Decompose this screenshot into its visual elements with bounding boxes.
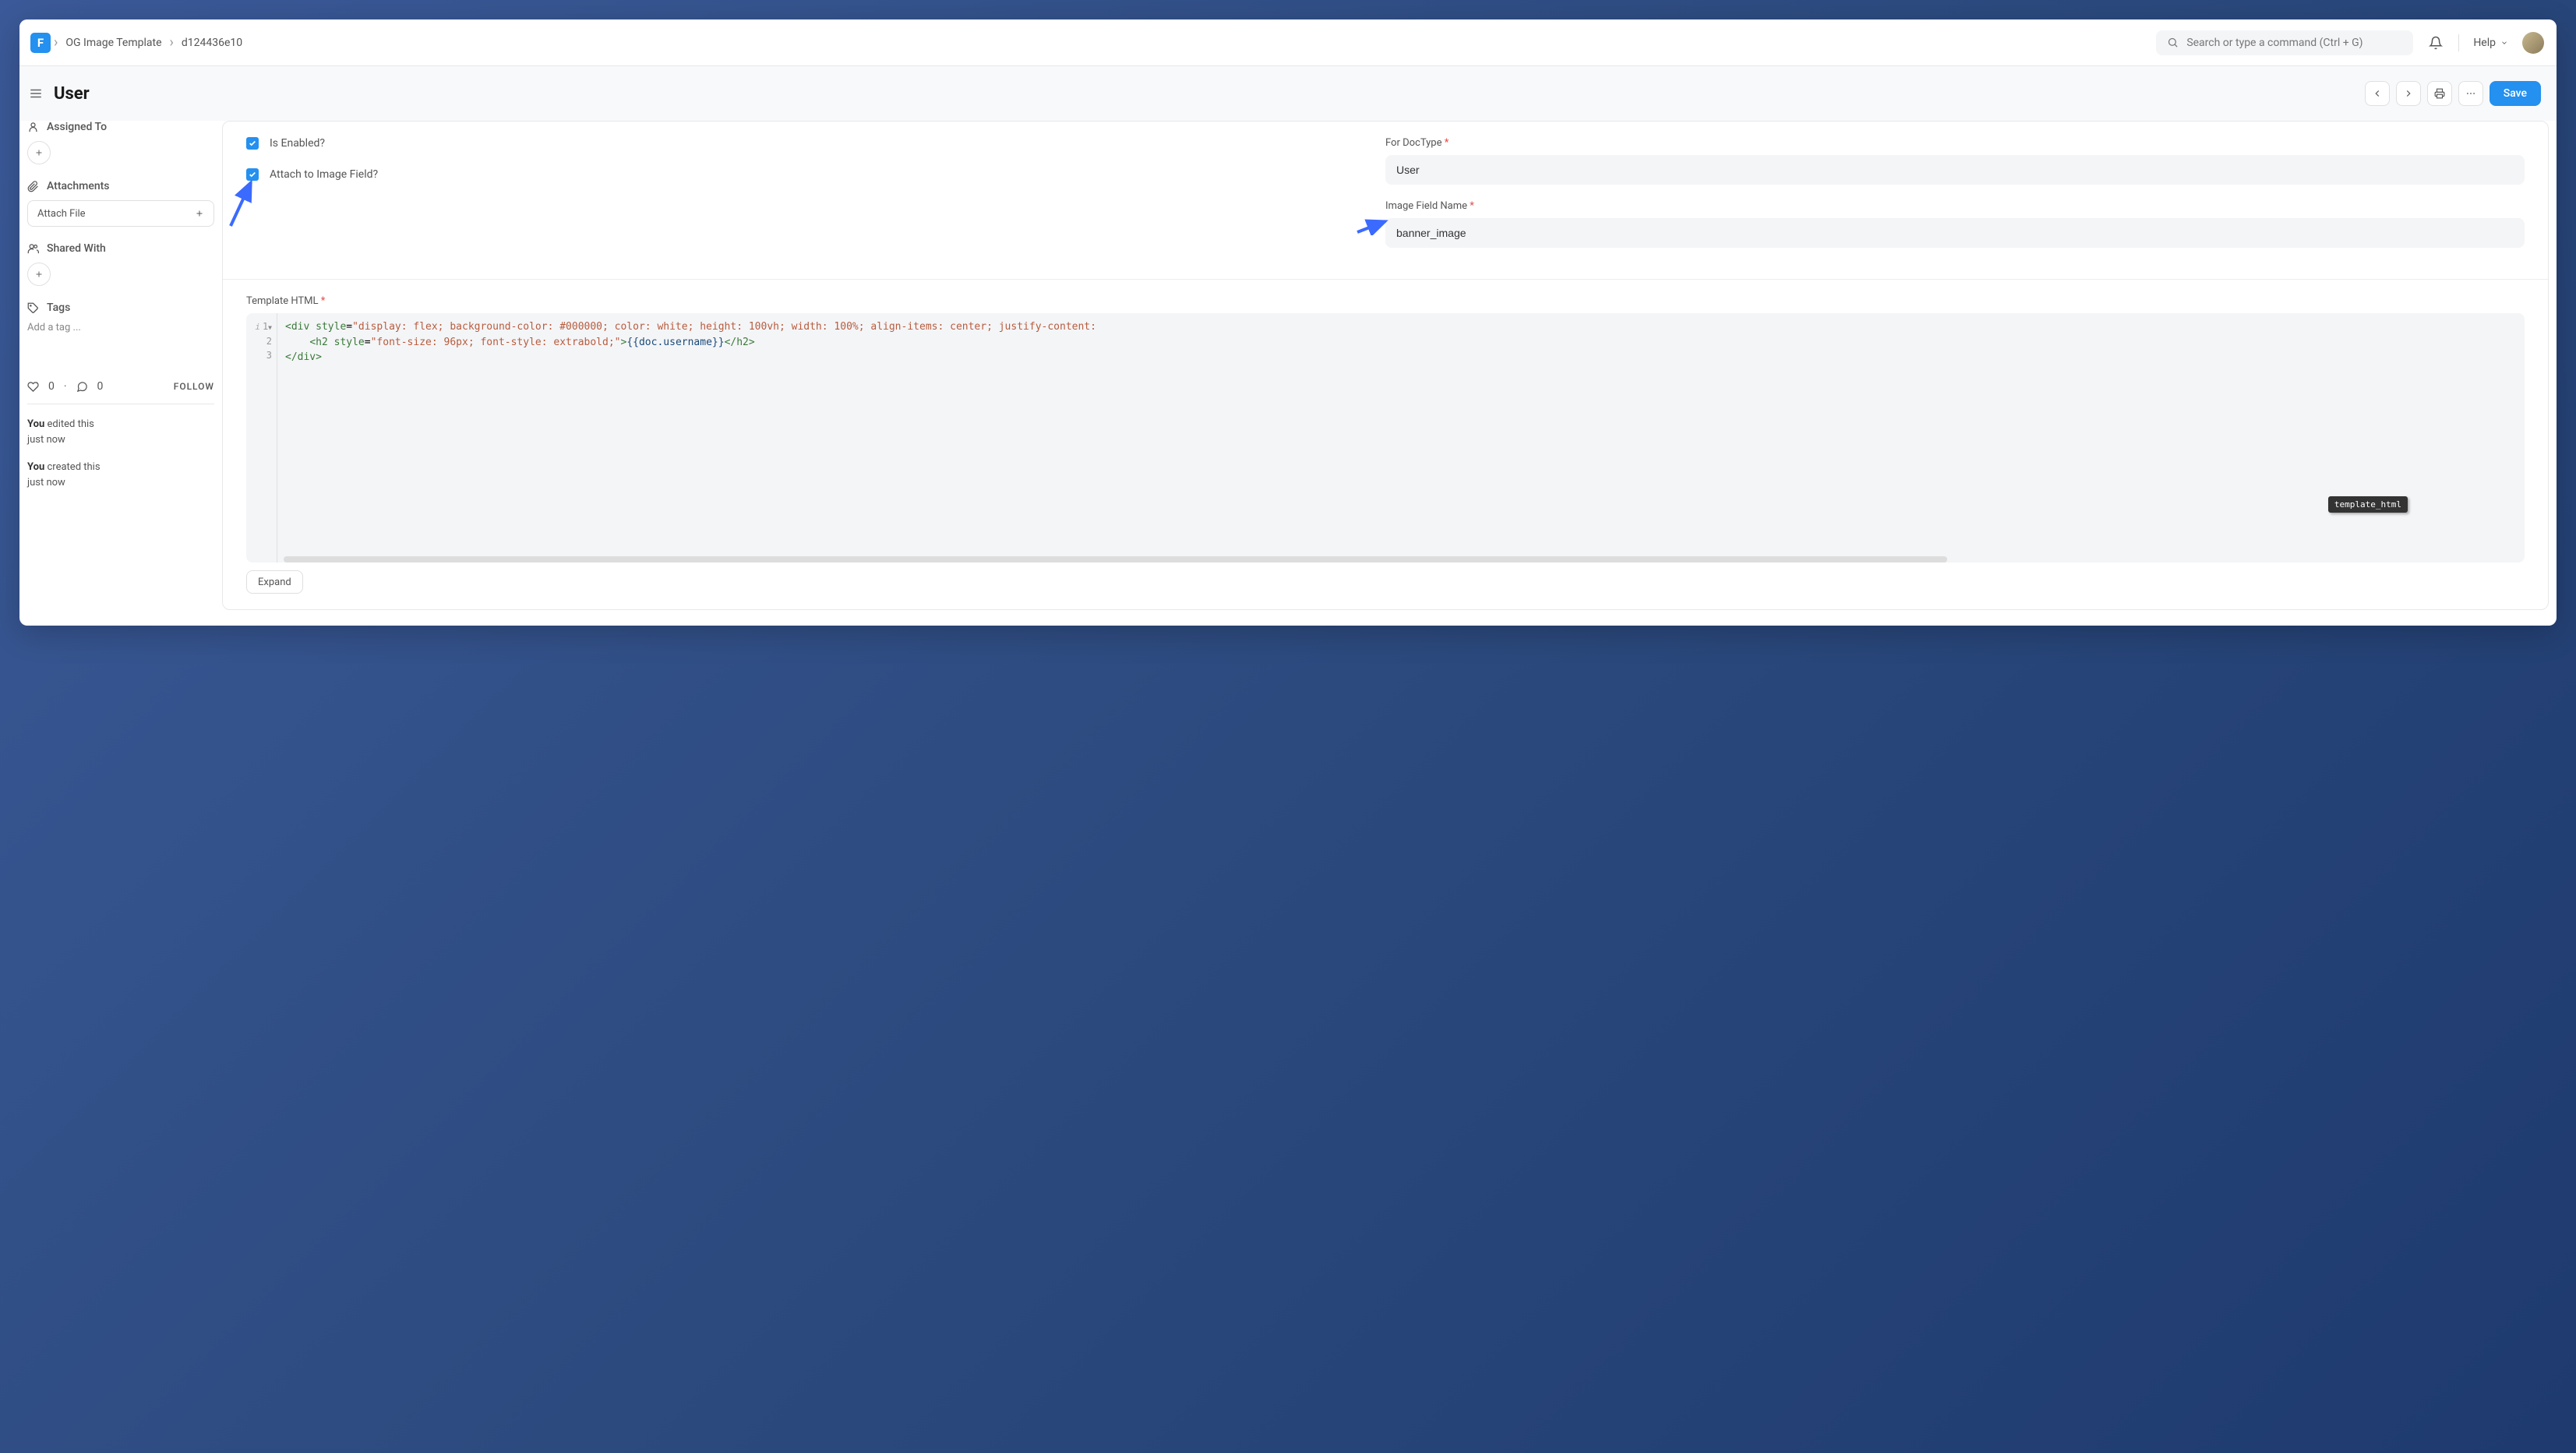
breadcrumb-parent[interactable]: OG Image Template — [65, 37, 161, 49]
comments-count: 0 — [97, 380, 104, 393]
topbar: F › OG Image Template › d124436e10 Searc… — [19, 19, 2557, 66]
expand-button[interactable]: Expand — [246, 570, 303, 594]
tag-icon — [27, 302, 39, 314]
search-input[interactable]: Search or type a command (Ctrl + G) — [2156, 30, 2413, 55]
printer-icon — [2434, 88, 2445, 99]
topbar-right: Search or type a command (Ctrl + G) Help — [2156, 30, 2549, 55]
help-label: Help — [2473, 37, 2496, 49]
chevron-left-icon — [2372, 88, 2383, 99]
activity-item: You edited this just now — [27, 417, 214, 447]
likes-count: 0 — [48, 380, 55, 393]
arrow-annotation — [229, 178, 264, 228]
checkbox-icon — [246, 168, 259, 181]
horizontal-scrollbar[interactable] — [284, 556, 1947, 563]
divider — [2458, 34, 2459, 51]
attach-file-label: Attach File — [37, 208, 86, 220]
field-tooltip: template_html — [2328, 496, 2408, 513]
is-enabled-checkbox[interactable]: Is Enabled? — [246, 137, 1385, 150]
attach-image-label: Attach to Image Field? — [270, 168, 378, 181]
main-form: Is Enabled? Attach to Image Field? — [222, 121, 2549, 610]
template-html-editor[interactable]: i1▼ 2 3 <div style="display: flex; backg… — [246, 313, 2525, 563]
breadcrumb: › OG Image Template › d124436e10 — [54, 34, 242, 51]
breadcrumb-current: d124436e10 — [182, 37, 242, 49]
plus-icon — [195, 209, 204, 218]
tags-label: Tags — [47, 302, 70, 314]
chevron-right-icon: › — [54, 34, 58, 51]
page-actions: Save — [2365, 81, 2549, 106]
page-header: User Save — [19, 66, 2557, 121]
code-gutter: i1▼ 2 3 — [246, 313, 277, 563]
page-title: User — [54, 84, 90, 104]
stats-row: 0 · 0 FOLLOW — [27, 380, 214, 404]
menu-icon — [29, 86, 43, 101]
user-icon — [27, 122, 39, 133]
chevron-down-icon — [2500, 39, 2508, 47]
template-html-label: Template HTML * — [246, 295, 2525, 307]
avatar[interactable] — [2522, 32, 2544, 54]
more-button[interactable] — [2458, 81, 2483, 106]
attachments-label: Attachments — [47, 180, 109, 192]
sidebar-toggle[interactable] — [27, 85, 44, 102]
notifications-button[interactable] — [2427, 34, 2444, 51]
search-placeholder: Search or type a command (Ctrl + G) — [2186, 37, 2363, 49]
dots-icon — [2465, 88, 2476, 99]
image-field-label: Image Field Name * — [1385, 200, 2525, 212]
heart-icon[interactable] — [27, 381, 39, 393]
dot-sep: · — [64, 380, 67, 393]
add-assignee-button[interactable] — [27, 141, 51, 164]
chevron-right-icon: › — [170, 34, 174, 51]
app-logo[interactable]: F — [30, 33, 51, 53]
add-share-button[interactable] — [27, 263, 51, 286]
next-button[interactable] — [2396, 81, 2421, 106]
plus-icon — [34, 148, 44, 157]
activity-item: You created this just now — [27, 460, 214, 490]
app-window: F › OG Image Template › d124436e10 Searc… — [19, 19, 2557, 626]
plus-icon — [34, 270, 44, 279]
comment-icon[interactable] — [76, 381, 88, 393]
chevron-right-icon — [2403, 88, 2414, 99]
code-content: <div style="display: flex; background-co… — [246, 313, 2525, 372]
prev-button[interactable] — [2365, 81, 2390, 106]
users-icon — [27, 243, 39, 255]
attach-image-checkbox[interactable]: Attach to Image Field? — [246, 168, 1385, 181]
for-doctype-label: For DocType * — [1385, 137, 2525, 149]
image-field-input[interactable] — [1385, 218, 2525, 248]
paperclip-icon — [27, 181, 39, 192]
follow-button[interactable]: FOLLOW — [174, 381, 214, 392]
checkbox-icon — [246, 137, 259, 150]
add-tag-input[interactable]: Add a tag ... — [27, 322, 214, 333]
is-enabled-label: Is Enabled? — [270, 137, 325, 150]
content: Assigned To Attachments Attach File — [19, 121, 2557, 626]
help-dropdown[interactable]: Help — [2473, 37, 2508, 49]
attach-file-button[interactable]: Attach File — [27, 200, 214, 227]
sidebar: Assigned To Attachments Attach File — [27, 121, 222, 610]
assigned-to-label: Assigned To — [47, 121, 107, 133]
save-button[interactable]: Save — [2490, 81, 2541, 106]
search-icon — [2167, 37, 2179, 48]
print-button[interactable] — [2427, 81, 2452, 106]
bell-icon — [2429, 36, 2443, 50]
for-doctype-input[interactable] — [1385, 155, 2525, 185]
shared-with-label: Shared With — [47, 242, 106, 255]
